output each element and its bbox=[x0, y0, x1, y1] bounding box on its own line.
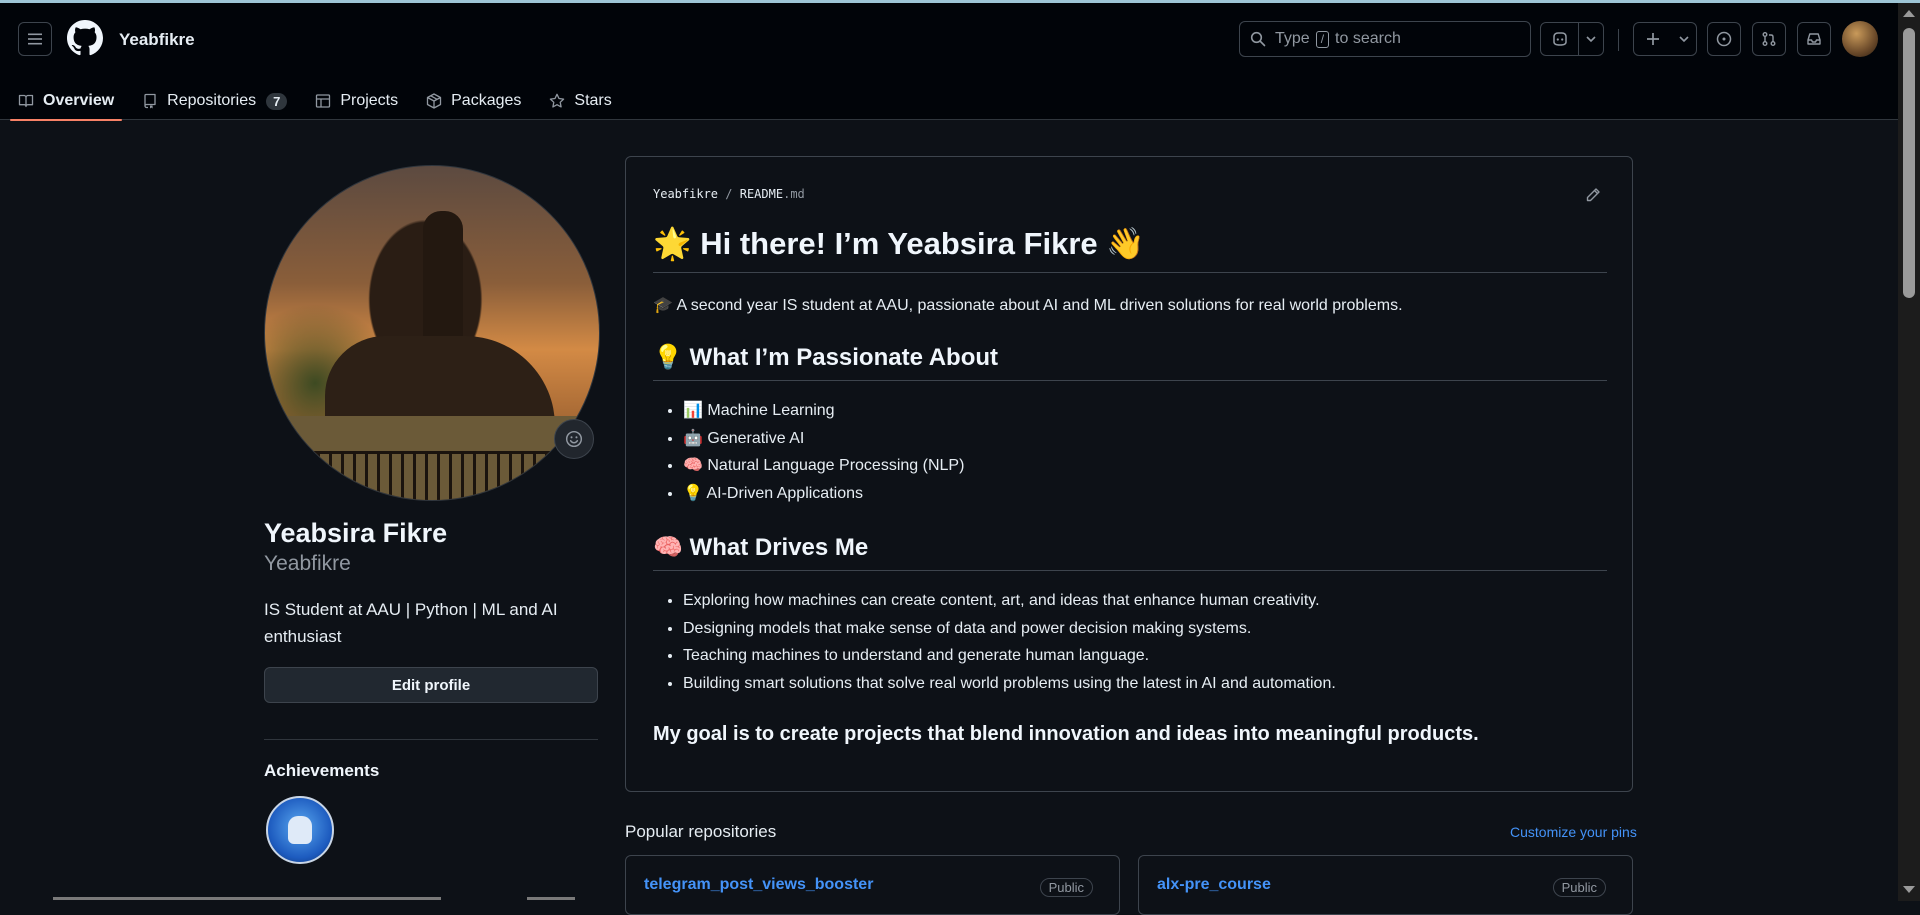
chevron-down-icon bbox=[1679, 36, 1689, 43]
tab-label: Repositories bbox=[167, 92, 257, 109]
menu-button[interactable] bbox=[18, 22, 52, 56]
scroll-up-arrow-icon[interactable] bbox=[1903, 10, 1915, 17]
repositories-count-badge: 7 bbox=[266, 92, 288, 110]
tab-projects[interactable]: Projects bbox=[315, 85, 398, 117]
readme-card: Yeabfikre / README.md 🌟 Hi there! I’m Ye… bbox=[625, 156, 1633, 792]
list-item: 🧠 Natural Language Processing (NLP) bbox=[683, 454, 964, 482]
search-icon bbox=[1250, 31, 1266, 47]
scroll-down-arrow-icon[interactable] bbox=[1903, 886, 1915, 893]
readme-path-separator: / bbox=[725, 187, 733, 201]
search-placeholder-prefix: Type bbox=[1275, 30, 1310, 47]
visibility-badge: Public bbox=[1552, 878, 1606, 897]
achievement-badge[interactable] bbox=[266, 796, 334, 864]
vertical-scrollbar[interactable] bbox=[1898, 3, 1920, 901]
copilot-split-button bbox=[1540, 22, 1604, 56]
repo-name-link[interactable]: alx-pre_course bbox=[1157, 876, 1271, 894]
tab-label: Stars bbox=[574, 92, 612, 109]
tab-overview[interactable]: Overview bbox=[9, 85, 123, 121]
profile-avatar[interactable] bbox=[264, 165, 600, 501]
profile-fullname: Yeabsira Fikre bbox=[264, 518, 448, 548]
plus-icon bbox=[1647, 33, 1659, 45]
readme-path-user[interactable]: Yeabfikre bbox=[653, 187, 718, 201]
header-username[interactable]: Yeabfikre bbox=[119, 30, 195, 50]
github-logo-icon[interactable] bbox=[67, 20, 103, 56]
issue-opened-icon bbox=[1716, 31, 1732, 47]
profile-bio: IS Student at AAU | Python | ML and AI e… bbox=[264, 600, 558, 646]
customize-pins-link[interactable]: Customize your pins bbox=[1510, 824, 1637, 840]
readme-intro: 🎓 A second year IS student at AAU, passi… bbox=[653, 297, 1403, 314]
inbox-button[interactable] bbox=[1797, 22, 1831, 56]
readme-goal: My goal is to create projects that blend… bbox=[653, 723, 1479, 745]
search-shortcut-key: / bbox=[1315, 30, 1330, 48]
list-item: Exploring how machines can create conten… bbox=[683, 589, 1336, 617]
readme-path-file[interactable]: README bbox=[740, 187, 783, 201]
edit-profile-button[interactable]: Edit profile bbox=[264, 667, 598, 703]
list-item: Designing models that make sense of data… bbox=[683, 617, 1336, 645]
copilot-dropdown[interactable] bbox=[1579, 23, 1603, 55]
list-item: 🤖 Generative AI bbox=[683, 427, 964, 455]
profile-tabs: Overview Repositories 7 Projects Package… bbox=[9, 85, 640, 121]
repo-card: alx-pre_course Public bbox=[1138, 855, 1633, 915]
user-avatar-menu[interactable] bbox=[1842, 21, 1878, 57]
drives-list: Exploring how machines can create conten… bbox=[653, 589, 1336, 699]
git-pull-request-icon bbox=[1762, 32, 1776, 46]
visibility-badge: Public bbox=[1039, 878, 1093, 897]
readme-path-ext: .md bbox=[783, 187, 805, 201]
inbox-icon bbox=[1807, 33, 1821, 45]
search-placeholder-suffix: to search bbox=[1335, 30, 1401, 47]
horizontal-scrollbar-thumb[interactable] bbox=[527, 897, 575, 900]
tab-packages[interactable]: Packages bbox=[426, 85, 521, 117]
list-item: Building smart solutions that solve real… bbox=[683, 672, 1336, 700]
sidebar-divider bbox=[264, 739, 598, 740]
repo-card: telegram_post_views_booster Public bbox=[625, 855, 1120, 915]
issues-button[interactable] bbox=[1707, 22, 1741, 56]
list-item: 📊 Machine Learning bbox=[683, 399, 964, 427]
copilot-button[interactable] bbox=[1541, 23, 1578, 55]
readme-path: Yeabfikre / README.md bbox=[653, 187, 805, 201]
drives-heading: 🧠 What Drives Me bbox=[653, 533, 1607, 571]
global-header: Yeabfikre Type / to search Overview Repo… bbox=[0, 3, 1898, 121]
tab-repositories[interactable]: Repositories 7 bbox=[142, 85, 288, 117]
star-icon bbox=[550, 93, 565, 108]
passion-list: 📊 Machine Learning 🤖 Generative AI 🧠 Nat… bbox=[653, 399, 964, 509]
smiley-icon bbox=[565, 430, 583, 448]
hamburger-icon bbox=[28, 33, 42, 45]
create-new-dropdown[interactable] bbox=[1672, 23, 1696, 55]
create-new-button[interactable] bbox=[1634, 23, 1672, 55]
tab-label: Overview bbox=[43, 92, 115, 109]
package-icon bbox=[426, 93, 442, 109]
popular-repos-title: Popular repositories bbox=[625, 822, 777, 841]
repo-name-link[interactable]: telegram_post_views_booster bbox=[644, 876, 873, 894]
pencil-icon[interactable] bbox=[1585, 187, 1601, 203]
list-item: Teaching machines to understand and gene… bbox=[683, 644, 1336, 672]
table-icon bbox=[316, 94, 331, 108]
list-item: 💡 AI-Driven Applications bbox=[683, 482, 964, 510]
readme-title: 🌟 Hi there! I’m Yeabsira Fikre 👋 bbox=[653, 225, 1607, 273]
horizontal-scrollbar-thumb[interactable] bbox=[53, 897, 441, 900]
achievements-title[interactable]: Achievements bbox=[264, 761, 379, 781]
book-icon bbox=[18, 94, 34, 108]
repo-icon bbox=[144, 93, 156, 109]
header-divider bbox=[1618, 29, 1619, 51]
set-status-button[interactable] bbox=[554, 419, 594, 459]
scrollbar-thumb[interactable] bbox=[1903, 28, 1915, 298]
passion-heading: 💡 What I’m Passionate About bbox=[653, 343, 1607, 381]
tab-label: Packages bbox=[451, 92, 522, 109]
pull-requests-button[interactable] bbox=[1752, 22, 1786, 56]
copilot-icon bbox=[1552, 32, 1567, 46]
create-new-split-button bbox=[1633, 22, 1697, 56]
tab-stars[interactable]: Stars bbox=[549, 85, 612, 117]
chevron-down-icon bbox=[1586, 36, 1596, 43]
profile-login: Yeabfikre bbox=[264, 552, 351, 575]
tab-label: Projects bbox=[340, 92, 399, 109]
search-input[interactable]: Type / to search bbox=[1239, 21, 1531, 57]
